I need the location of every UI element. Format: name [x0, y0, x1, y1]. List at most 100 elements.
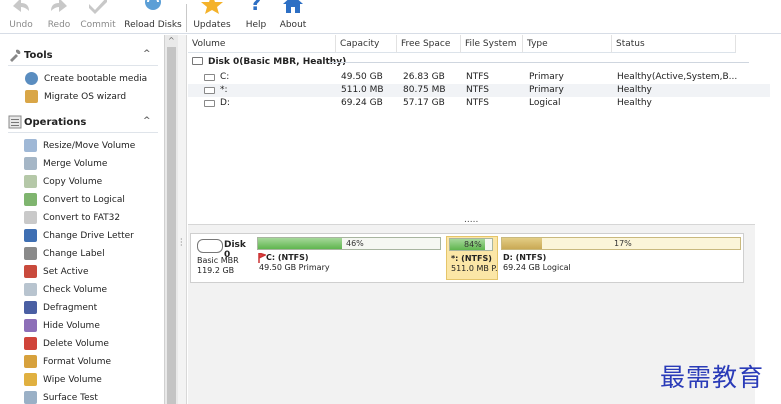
commit-label: Commit: [80, 20, 116, 30]
volume-cell: *:: [220, 85, 228, 95]
volume-cell: C:: [220, 72, 230, 82]
convert-fat32-icon: [24, 211, 37, 224]
usage-percent: 46%: [346, 239, 364, 248]
disk-row[interactable]: Disk 0 Basic MBR 119.2 GB 46% C: (NTFS) …: [190, 233, 744, 283]
collapse-chevron-icon[interactable]: ^: [143, 116, 151, 126]
sidebar-item-label: Surface Test: [43, 393, 98, 403]
hide-icon: [24, 319, 37, 332]
table-scrollbar[interactable]: [770, 35, 781, 225]
updates-button[interactable]: Updates: [193, 0, 231, 34]
column-header-free-space[interactable]: Free Space: [397, 35, 461, 53]
type-cell: Logical: [529, 98, 561, 108]
operations-section-header[interactable]: Operations ^: [8, 113, 158, 133]
sidebar-item-convert-to-logical[interactable]: Convert to Logical: [24, 191, 164, 208]
usage-percent: 17%: [614, 239, 632, 248]
disk-info[interactable]: Disk 0 Basic MBR 119.2 GB: [193, 236, 253, 280]
sidebar-item-label: Format Volume: [43, 357, 112, 367]
refresh-icon: [145, 0, 161, 10]
table-row[interactable]: C: 49.50 GB 26.83 GB NTFS Primary Health…: [188, 71, 781, 84]
delete-icon: [24, 337, 37, 350]
sidebar-item-label: Hide Volume: [43, 321, 100, 331]
svg-text:?: ?: [250, 0, 262, 14]
partition-desc: 49.50 GB Primary: [259, 263, 330, 272]
partition-star[interactable]: 84% *: (NTFS) 511.0 MB P.: [446, 236, 498, 280]
status-cell: Healthy(Active,System,B...: [617, 72, 738, 82]
sidebar-item-hide-volume[interactable]: Hide Volume: [24, 317, 164, 334]
table-row[interactable]: D: 69.24 GB 57.17 GB NTFS Logical Health…: [188, 97, 781, 110]
partition-name: D: (NTFS): [503, 253, 547, 262]
free-space-cell: 80.75 MB: [403, 85, 446, 95]
scroll-up-icon[interactable]: ^: [168, 36, 175, 45]
watermark: 最需教育: [660, 363, 765, 392]
disk-type: Basic MBR: [197, 256, 239, 265]
sidebar-item-merge-volume[interactable]: Merge Volume: [24, 155, 164, 172]
redo-label: Redo: [47, 20, 71, 30]
partition-c[interactable]: 46% C: (NTFS) 49.50 GB Primary: [255, 236, 445, 280]
commit-button[interactable]: Commit: [80, 0, 116, 34]
about-button[interactable]: About: [278, 0, 308, 34]
redo-arrow-icon: [51, 0, 67, 12]
capacity-cell: 511.0 MB: [341, 85, 384, 95]
sidebar-item-migrate-os[interactable]: Migrate OS wizard: [25, 88, 165, 105]
usage-bar: 84%: [449, 238, 493, 251]
flag-icon: [258, 253, 266, 263]
volume-icon: [204, 87, 215, 94]
grip-icon: · · ·: [180, 235, 183, 250]
disk-group-row[interactable]: Disk 0(Basic MBR, Healthy): [188, 55, 781, 69]
divider: [8, 65, 158, 66]
usage-percent: 84%: [464, 240, 482, 249]
column-header-status[interactable]: Status: [612, 35, 736, 53]
sidebar-item-label: Merge Volume: [43, 159, 108, 169]
redo-button[interactable]: Redo: [45, 0, 73, 34]
wipe-icon: [24, 373, 37, 386]
convert-logical-icon: [24, 193, 37, 206]
sidebar-item-convert-to-fat32[interactable]: Convert to FAT32: [24, 209, 164, 226]
type-cell: Primary: [529, 72, 564, 82]
divider: [329, 62, 749, 63]
sidebar-item-change-drive-letter[interactable]: Change Drive Letter: [24, 227, 164, 244]
left-panel-scrollbar[interactable]: ^: [164, 35, 178, 404]
sidebar-item-defragment[interactable]: Defragment: [24, 299, 164, 316]
collapse-chevron-icon[interactable]: ^: [143, 49, 151, 59]
help-button[interactable]: ? Help: [244, 0, 268, 34]
sidebar-item-copy-volume[interactable]: Copy Volume: [24, 173, 164, 190]
tools-wrench-icon: [10, 49, 21, 62]
sidebar-item-format-volume[interactable]: Format Volume: [24, 353, 164, 370]
reload-disks-label: Reload Disks: [124, 20, 182, 30]
scrollbar-thumb[interactable]: [167, 47, 176, 404]
panel-splitter[interactable]: · · ·: [178, 35, 187, 404]
sidebar-item-wipe-volume[interactable]: Wipe Volume: [24, 371, 164, 388]
check-mark-icon: [89, 0, 107, 14]
check-volume-icon: [24, 283, 37, 296]
sidebar-item-label: Check Volume: [43, 285, 108, 295]
sidebar-item-label: Delete Volume: [43, 339, 109, 349]
column-header-capacity[interactable]: Capacity: [336, 35, 397, 53]
sidebar-item-check-volume[interactable]: Check Volume: [24, 281, 164, 298]
disk-icon: [197, 239, 223, 253]
column-header-type[interactable]: Type: [523, 35, 612, 53]
toolbar: Undo Redo Commit Reload Disks Updates ? …: [0, 0, 781, 34]
sidebar-item-create-bootable-media[interactable]: Create bootable media: [25, 70, 165, 87]
undo-button[interactable]: Undo: [6, 0, 36, 34]
reload-disks-button[interactable]: Reload Disks: [124, 0, 182, 34]
sidebar-item-label: Create bootable media: [44, 74, 148, 84]
file-system-cell: NTFS: [466, 72, 489, 82]
sidebar-item-resize-move-volume[interactable]: Resize/Move Volume: [24, 137, 164, 154]
sidebar-item-set-active[interactable]: Set Active: [24, 263, 164, 280]
partition-d[interactable]: 17% D: (NTFS) 69.24 GB Logical: [499, 236, 743, 280]
sidebar-item-label: Change Drive Letter: [43, 231, 134, 241]
table-row[interactable]: *: 511.0 MB 80.75 MB NTFS Primary Health…: [188, 84, 781, 97]
type-cell: Primary: [529, 85, 564, 95]
column-header-file-system[interactable]: File System: [461, 35, 523, 53]
volume-cell: D:: [220, 98, 230, 108]
home-icon: [283, 0, 303, 13]
sidebar-item-delete-volume[interactable]: Delete Volume: [24, 335, 164, 352]
column-header-volume[interactable]: Volume: [188, 35, 336, 53]
sidebar-item-change-label[interactable]: Change Label: [24, 245, 164, 262]
sidebar-item-surface-test[interactable]: Surface Test: [24, 389, 164, 404]
divider: [8, 132, 158, 133]
usage-bar-fill: [258, 238, 342, 249]
volume-icon: [204, 74, 215, 81]
operations-list-icon: [8, 115, 22, 129]
tools-section-header[interactable]: Tools ^: [8, 46, 158, 66]
